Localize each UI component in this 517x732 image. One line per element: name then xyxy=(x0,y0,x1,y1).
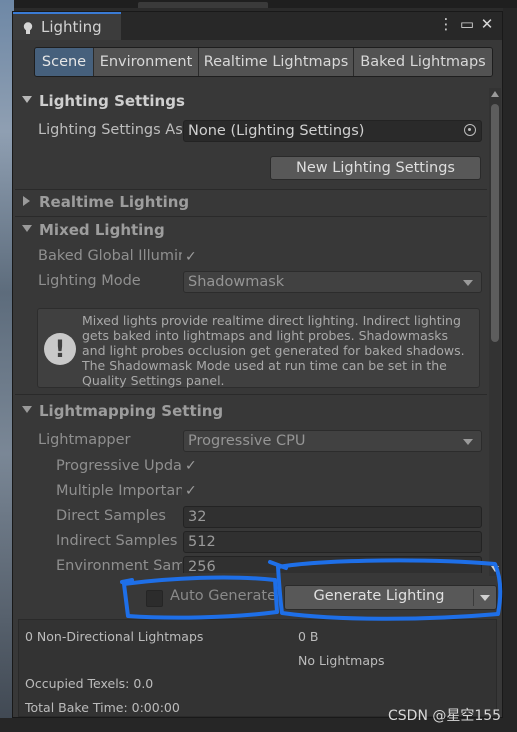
background-right-panel xyxy=(503,8,517,732)
watermark: CSDN @星空155 xyxy=(388,708,502,724)
non-directional-lightmaps-count: 0 Non-Directional Lightmaps xyxy=(25,629,204,644)
scroll-up-icon[interactable] xyxy=(491,91,499,97)
occupied-texels: Occupied Texels: 0.0 xyxy=(25,676,154,691)
lighting-settings-asset-label: Lighting Settings As xyxy=(38,122,182,138)
section-title: Lightmapping Setting xyxy=(39,402,224,420)
window-title-tab[interactable]: Lighting xyxy=(13,12,121,40)
lighting-tabs: Scene Environment Realtime Lightmaps Bak… xyxy=(34,47,493,77)
section-title: Mixed Lighting xyxy=(39,221,165,239)
scroll-down-icon[interactable] xyxy=(491,566,499,572)
help-text: Mixed lights provide realtime direct lig… xyxy=(82,313,465,388)
foldout-collapsed-icon xyxy=(23,196,30,206)
tab-baked-lightmaps[interactable]: Baked Lightmaps xyxy=(354,48,492,76)
info-warning-icon: ! xyxy=(44,333,76,365)
window-titlebar: Lighting ⋮ ▭ ✕ xyxy=(13,12,502,40)
no-lightmaps-text: No Lightmaps xyxy=(298,653,385,668)
new-lighting-settings-button[interactable]: New Lighting Settings xyxy=(270,156,481,180)
window-title: Lighting xyxy=(41,18,102,36)
progressive-updates-checkbox[interactable]: ✓ xyxy=(185,459,199,473)
chevron-down-icon[interactable] xyxy=(480,595,490,601)
close-icon[interactable]: ✕ xyxy=(478,15,496,35)
tab-realtime-lightmaps[interactable]: Realtime Lightmaps xyxy=(199,48,354,76)
button-divider xyxy=(473,589,474,606)
chevron-down-icon xyxy=(463,439,473,445)
section-header-realtime-lighting[interactable]: Realtime Lighting xyxy=(15,190,487,216)
divider xyxy=(15,394,487,395)
lighting-settings-asset-field[interactable]: None (Lighting Settings) xyxy=(183,120,482,142)
scrollbar-thumb[interactable] xyxy=(491,104,499,342)
multiple-importance-checkbox[interactable]: ✓ xyxy=(185,484,199,498)
object-picker-icon[interactable] xyxy=(464,124,476,136)
foldout-expanded-icon xyxy=(22,225,32,232)
lightmapper-dropdown[interactable]: Progressive CPU xyxy=(183,430,482,452)
auto-generate-checkbox[interactable] xyxy=(146,590,163,607)
vertical-scrollbar[interactable] xyxy=(489,88,501,576)
lighting-mode-label: Lighting Mode xyxy=(38,273,141,289)
background-top-bar xyxy=(0,0,517,8)
bake-stats-panel: 0 Non-Directional Lightmaps 0 B No Light… xyxy=(18,619,497,717)
section-header-lighting-settings[interactable]: Lighting Settings xyxy=(15,89,487,115)
lightbulb-icon xyxy=(23,22,33,34)
progressive-updates-label: Progressive Upda xyxy=(56,458,182,474)
lightmapper-value: Progressive CPU xyxy=(188,433,306,449)
environment-samples-label: Environment Sam xyxy=(56,558,182,573)
baked-gi-checkbox[interactable]: ✓ xyxy=(185,250,199,264)
lightmapper-label: Lightmapper xyxy=(38,432,131,448)
tab-environment[interactable]: Environment xyxy=(94,48,199,76)
kebab-menu-icon[interactable]: ⋮ xyxy=(437,15,455,35)
divider xyxy=(15,216,487,217)
tab-scene[interactable]: Scene xyxy=(35,48,94,76)
foldout-expanded-icon xyxy=(22,406,32,413)
environment-samples-field[interactable]: 256 xyxy=(183,556,482,573)
inspector-content: Lighting Settings Lighting Settings As N… xyxy=(15,86,487,573)
maximize-icon[interactable]: ▭ xyxy=(458,15,476,35)
indirect-samples-label: Indirect Samples xyxy=(56,533,178,549)
lighting-mode-value: Shadowmask xyxy=(188,274,285,290)
generate-lighting-button[interactable]: Generate Lighting xyxy=(284,585,497,610)
asset-field-value: None (Lighting Settings) xyxy=(188,123,365,139)
direct-samples-label: Direct Samples xyxy=(56,508,166,524)
section-title: Realtime Lighting xyxy=(39,193,190,211)
total-bake-time: Total Bake Time: 0:00:00 xyxy=(25,700,180,715)
auto-generate-label: Auto Generate xyxy=(170,588,276,604)
direct-samples-field[interactable]: 32 xyxy=(183,506,482,528)
section-header-mixed-lighting[interactable]: Mixed Lighting xyxy=(15,218,487,244)
section-header-lightmapping[interactable]: Lightmapping Setting xyxy=(15,399,487,425)
indirect-samples-field[interactable]: 512 xyxy=(183,531,482,553)
generate-lighting-label: Generate Lighting xyxy=(313,588,445,604)
baked-gi-label: Baked Global Illumin xyxy=(38,248,182,264)
lighting-mode-dropdown[interactable]: Shadowmask xyxy=(183,271,482,293)
multiple-importance-label: Multiple Importan xyxy=(56,483,182,499)
foldout-expanded-icon xyxy=(22,96,32,103)
lightmaps-size: 0 B xyxy=(298,629,319,644)
lighting-window: Lighting ⋮ ▭ ✕ Scene Environment Realtim… xyxy=(12,11,503,718)
mixed-lighting-help-box: ! Mixed lights provide realtime direct l… xyxy=(37,308,480,388)
chevron-down-icon xyxy=(463,280,473,286)
section-title: Lighting Settings xyxy=(39,92,185,110)
